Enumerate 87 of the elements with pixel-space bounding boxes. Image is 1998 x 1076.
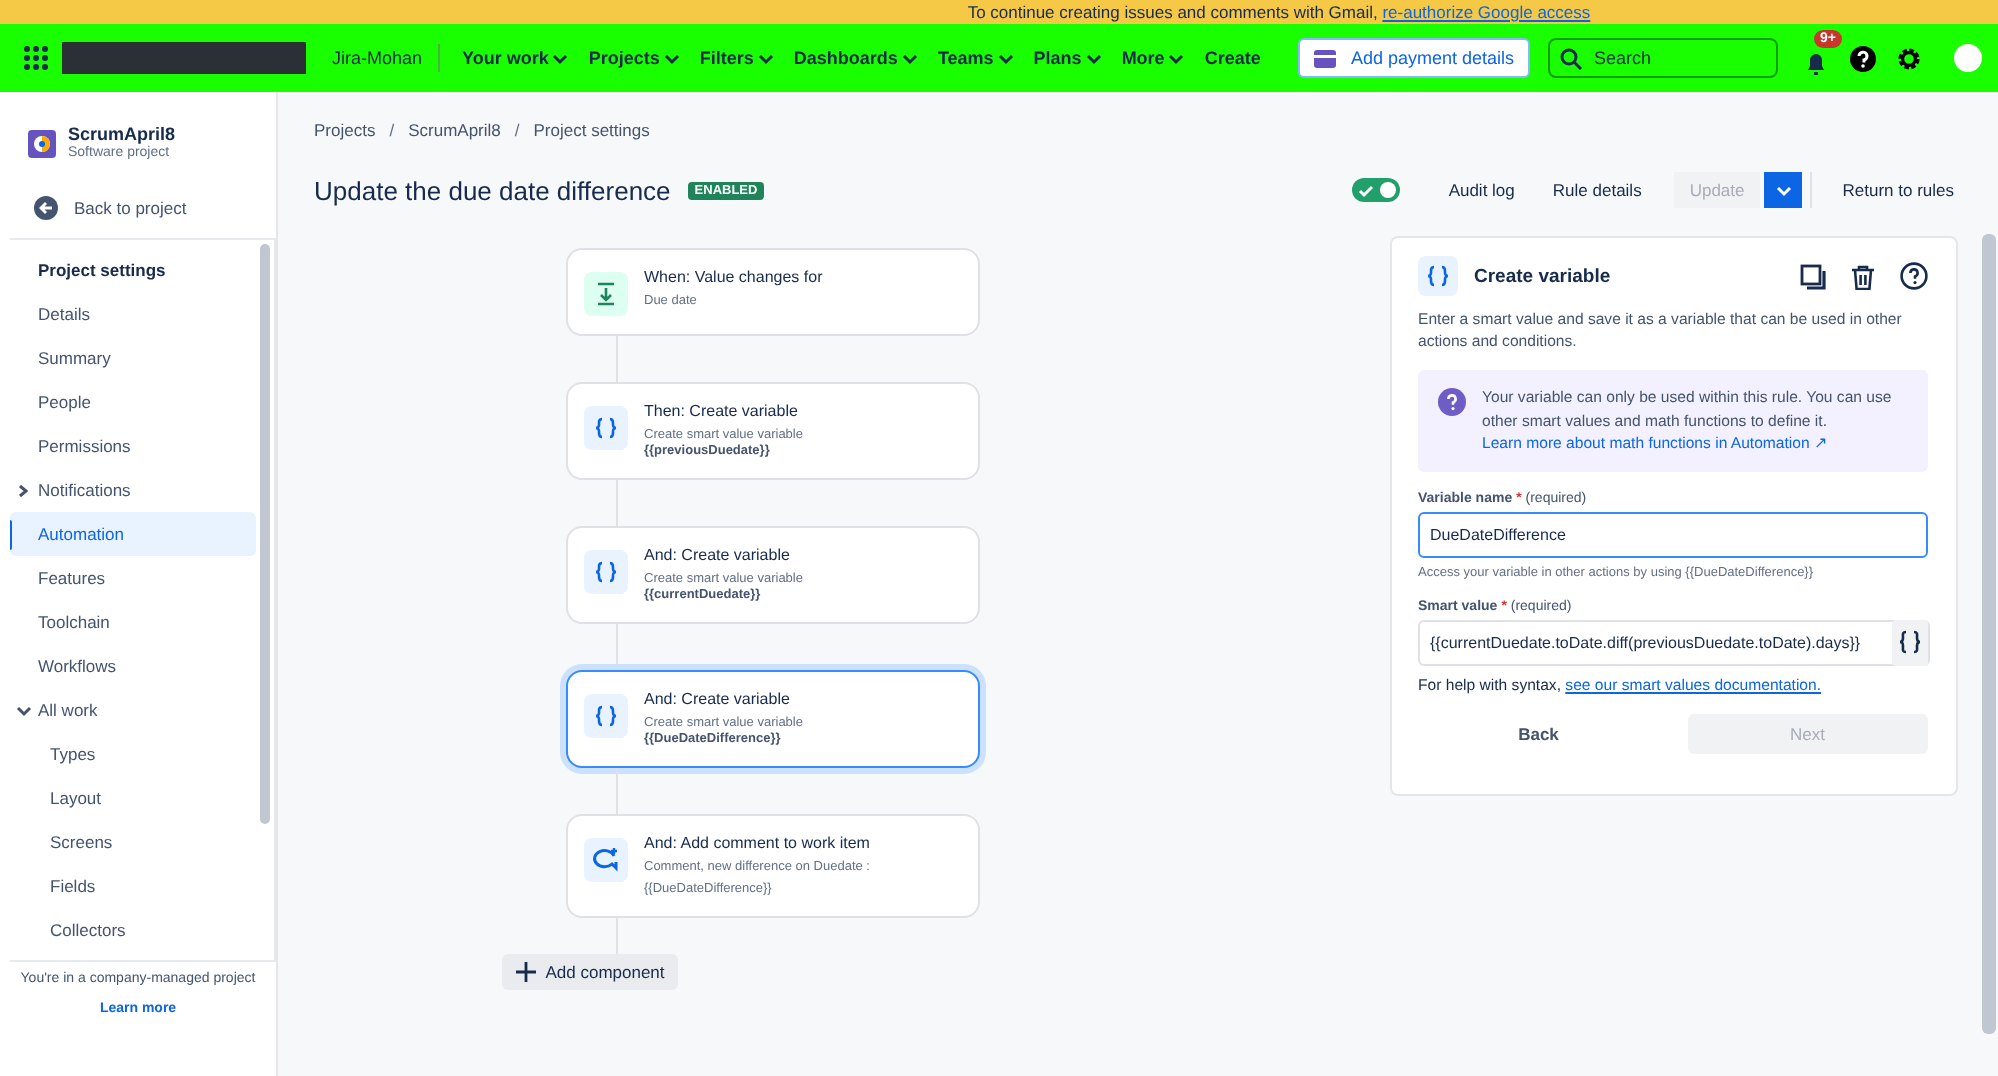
- panel-title: Create variable: [1474, 265, 1611, 287]
- component-title: And: Create variable: [644, 690, 792, 710]
- chevron-down-icon: [552, 51, 569, 65]
- banner-message: To continue creating issues and comments with Gmail, re-authorize Google access: [967, 2, 1591, 22]
- app-switcher-icon: [24, 46, 48, 70]
- breadcrumb-link[interactable]: Project settings: [533, 120, 650, 152]
- sidebar-item[interactable]: Summary: [10, 336, 256, 380]
- header-button[interactable]: Audit log: [1432, 172, 1531, 208]
- project-avatar-icon: [28, 129, 56, 157]
- chevron-down-icon: [1168, 51, 1185, 65]
- component-title: And: Create variable: [644, 546, 792, 566]
- rule-title: Update the due date difference: [314, 175, 671, 205]
- sidebar-item[interactable]: Toolchain: [10, 600, 256, 644]
- chevron-down-icon: [1775, 183, 1792, 197]
- sidebar-item[interactable]: All work: [10, 688, 256, 732]
- component-title: When: Value changes for: [644, 268, 823, 288]
- sidebar-item[interactable]: Screens: [10, 820, 256, 864]
- sidebar-item[interactable]: Layout: [10, 776, 256, 820]
- check-icon: [1358, 183, 1375, 197]
- section-heading: Project settings: [36, 258, 168, 284]
- notifications-button[interactable]: [1802, 50, 1830, 78]
- rule-enabled-toggle[interactable]: [1352, 178, 1401, 202]
- braces-icon: [1418, 256, 1458, 296]
- braces-icon: [1898, 630, 1922, 654]
- comment-icon: [584, 838, 628, 882]
- trigger-icon: [584, 272, 628, 316]
- bell-icon: [1804, 52, 1828, 76]
- breadcrumb-link[interactable]: Projects: [314, 120, 376, 152]
- site-name[interactable]: Jira-Mohan: [332, 48, 439, 68]
- project-name: ScrumApril8: [68, 124, 176, 145]
- nav-menu[interactable]: Projects: [578, 34, 690, 82]
- back-button[interactable]: Back: [1418, 713, 1659, 753]
- smart-value-field[interactable]: {{currentDuedate.toDate.diff(previousDuedate.toDate).days}}: [1418, 619, 1930, 665]
- help-icon: [1849, 45, 1875, 71]
- sidebar-item[interactable]: Types: [10, 732, 256, 776]
- settings-icon: [1895, 45, 1921, 71]
- breadcrumb-separator: /: [389, 120, 395, 144]
- add-payment-button[interactable]: Add payment details: [1298, 38, 1530, 78]
- help-icon: [1900, 262, 1928, 290]
- trash-icon: [1850, 263, 1876, 289]
- back-to-project-link[interactable]: Back to project: [0, 194, 276, 222]
- sidebar-item[interactable]: Notifications: [10, 468, 256, 512]
- nav-menu[interactable]: Teams: [927, 34, 1024, 82]
- nav-menu[interactable]: Dashboards: [783, 34, 928, 82]
- nav-menu[interactable]: More: [1111, 34, 1195, 82]
- chevron-right-icon: [16, 483, 32, 497]
- return-to-rules-button[interactable]: Return to rules: [1826, 172, 1970, 208]
- chevron-down-icon: [663, 51, 680, 65]
- braces-icon: [584, 694, 628, 738]
- sidebar-item[interactable]: Workflows: [10, 644, 256, 688]
- update-options-button[interactable]: [1764, 172, 1803, 208]
- braces-icon: [584, 406, 628, 450]
- sidebar-item[interactable]: People: [10, 380, 256, 424]
- plus-icon: [515, 962, 536, 982]
- question-icon: [1438, 388, 1466, 416]
- chevron-down-icon: [16, 703, 32, 717]
- card-icon: [1314, 49, 1337, 67]
- delete-button[interactable]: [1850, 260, 1876, 292]
- nav-menu[interactable]: Filters: [689, 34, 784, 82]
- duplicate-button[interactable]: [1800, 260, 1826, 292]
- copy-icon: [1800, 263, 1826, 289]
- create-button[interactable]: Create: [1194, 34, 1271, 82]
- sidebar-item[interactable]: Fields: [10, 864, 256, 908]
- back-arrow-icon: [34, 196, 58, 220]
- variable-name-field[interactable]: DueDateDifference: [1418, 511, 1928, 557]
- sidebar-item[interactable]: Features: [10, 556, 256, 600]
- breadcrumb-link[interactable]: ScrumApril8: [408, 120, 501, 152]
- component-title: Then: Create variable: [644, 402, 800, 422]
- nav-menu[interactable]: Plans: [1023, 34, 1112, 82]
- chevron-down-icon: [901, 51, 918, 65]
- search-field[interactable]: Search: [1548, 38, 1778, 78]
- sidebar-item[interactable]: Permissions: [10, 424, 256, 468]
- breadcrumb-separator: /: [514, 120, 520, 144]
- nav-menu[interactable]: Your work: [452, 34, 579, 82]
- component-title: And: Add comment to work item: [644, 834, 870, 854]
- sidebar-item[interactable]: Details: [10, 292, 256, 336]
- insert-smart-value-button[interactable]: [1892, 619, 1928, 665]
- chevron-down-icon: [1085, 51, 1102, 65]
- chevron-down-icon: [997, 51, 1014, 65]
- help-button[interactable]: [1900, 260, 1928, 292]
- header-button[interactable]: Rule details: [1536, 172, 1658, 208]
- search-icon: [1560, 47, 1582, 69]
- braces-icon: [584, 550, 628, 594]
- add-component-button[interactable]: Add component: [501, 954, 679, 990]
- sidebar-item[interactable]: Collectors: [10, 908, 256, 952]
- chevron-down-icon: [757, 51, 774, 65]
- sidebar-item[interactable]: Automation: [10, 512, 256, 556]
